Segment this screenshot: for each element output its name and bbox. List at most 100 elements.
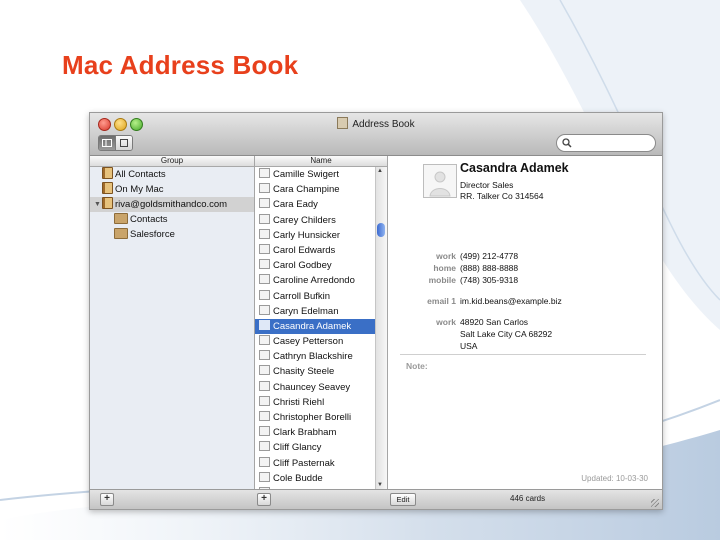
contact-list-item-label: Carol Edwards xyxy=(273,244,336,256)
contact-list-item[interactable]: Casandra Adamek xyxy=(255,318,375,335)
contact-list-item[interactable]: Clark Brabham xyxy=(255,425,375,440)
contact-list-item[interactable]: Carroll Bufkin xyxy=(255,289,375,304)
contact-list-item[interactable]: Carly Hunsicker xyxy=(255,228,375,243)
contact-list-item[interactable]: Chauncey Seavey xyxy=(255,380,375,395)
card-pane: Casandra Adamek Director Sales RR. Talke… xyxy=(388,156,662,489)
card-view-icon xyxy=(102,139,112,147)
contact-card-icon xyxy=(259,380,270,391)
phone-value-work[interactable]: (499) 212-4778 xyxy=(460,251,518,261)
contact-photo[interactable] xyxy=(423,164,457,198)
contact-card-icon xyxy=(259,335,270,346)
name-column-header[interactable]: Name xyxy=(255,156,387,167)
contact-card-icon xyxy=(259,228,270,239)
group-column-header[interactable]: Group xyxy=(90,156,254,167)
group-item-label: Contacts xyxy=(130,214,168,225)
contact-list-item[interactable]: Cathryn Blackshire xyxy=(255,349,375,364)
add-contact-button[interactable]: + xyxy=(257,493,271,506)
folder-icon xyxy=(114,213,128,224)
group-item[interactable]: On My Mac xyxy=(90,182,254,197)
contact-list-item[interactable]: Caroline Arredondo xyxy=(255,273,375,288)
group-item-label: On My Mac xyxy=(115,184,164,195)
email-label: email 1 xyxy=(427,296,456,306)
contact-card-icon xyxy=(259,243,270,254)
address-line-2[interactable]: Salt Lake City CA 68292 xyxy=(460,329,552,339)
contact-card-icon xyxy=(259,365,270,376)
person-silhouette-icon xyxy=(429,171,451,197)
contact-list-item[interactable]: Casey Petterson xyxy=(255,334,375,349)
contact-list-item-label: Carly Hunsicker xyxy=(273,229,341,241)
contact-list-item-label: Cliff Pasternak xyxy=(273,457,335,469)
contact-list-item-label: Carey Childers xyxy=(273,214,336,226)
contact-list-item-label: Caroline Arredondo xyxy=(273,275,355,287)
window-title-text: Address Book xyxy=(352,119,415,130)
contact-list-item[interactable]: Christi Riehl xyxy=(255,395,375,410)
group-item-label: All Contacts xyxy=(115,169,166,180)
address-line-3[interactable]: USA xyxy=(460,341,477,351)
contact-company: RR. Talker Co 314564 xyxy=(460,191,544,201)
scroll-down-arrow-icon[interactable]: ▼ xyxy=(377,482,383,488)
window-title: Address Book xyxy=(90,117,662,130)
view-switcher xyxy=(98,135,133,151)
address-line-1[interactable]: 48920 San Carlos xyxy=(460,317,528,327)
contact-list-item[interactable]: Camille Swigert xyxy=(255,167,375,182)
contact-card-icon xyxy=(259,259,270,270)
group-item[interactable]: Contacts xyxy=(90,212,254,227)
contact-list-item-label: Casandra Adamek xyxy=(273,320,352,332)
add-group-button[interactable]: + xyxy=(100,493,114,506)
address-book-window: Address Book Group All Contacts On My Mac… xyxy=(89,112,663,510)
contact-list-item[interactable]: Christopher Borelli xyxy=(255,410,375,425)
scroll-up-arrow-icon[interactable]: ▲ xyxy=(377,168,383,174)
group-pane: Group All Contacts On My Mac ▼ riva@goldsmi… xyxy=(90,156,255,489)
name-pane: Name Camille Swigert Cara Champine Cara Ea… xyxy=(255,156,388,489)
card-only-view-button[interactable] xyxy=(115,136,132,150)
group-list: All Contacts On My Mac ▼ riva@goldsmithandc… xyxy=(90,167,254,242)
group-item[interactable]: Salesforce xyxy=(90,227,254,242)
contact-list-item[interactable]: Cara Eady xyxy=(255,197,375,212)
list-view-icon xyxy=(120,139,128,147)
phone-value-mobile[interactable]: (748) 305-9318 xyxy=(460,275,518,285)
edit-button[interactable]: Edit xyxy=(390,493,416,506)
card-and-column-view-button[interactable] xyxy=(99,136,115,150)
contact-list-item-label: Cole Budde xyxy=(273,472,323,484)
contact-list-item[interactable]: Cara Champine xyxy=(255,182,375,197)
contact-card-icon xyxy=(259,395,270,406)
phone-label-work: work xyxy=(436,251,456,261)
note-label[interactable]: Note: xyxy=(406,361,428,371)
contact-list-item[interactable]: Carol Godbey xyxy=(255,258,375,273)
phone-label-home: home xyxy=(433,263,456,273)
address-label: work xyxy=(436,317,456,327)
contact-list-item[interactable]: Carey Childers xyxy=(255,213,375,228)
scrollbar-thumb[interactable] xyxy=(377,223,385,237)
group-item[interactable]: All Contacts xyxy=(90,167,254,182)
contact-list-item-label: Chauncey Seavey xyxy=(273,381,351,393)
contact-card-icon xyxy=(259,274,270,285)
contact-list-item-label: Camille Swigert xyxy=(273,169,339,180)
contact-list-item[interactable]: Chasity Steele xyxy=(255,364,375,379)
contact-card-icon xyxy=(259,198,270,209)
contact-list-item-label: Carol Godbey xyxy=(273,260,332,272)
contact-list-item-label: Casey Petterson xyxy=(273,336,344,348)
contact-list-item[interactable]: Cole Budde xyxy=(255,471,375,486)
contact-list-item[interactable]: Caryn Edelman xyxy=(255,304,375,319)
contact-card-icon xyxy=(259,456,270,467)
contact-list-item[interactable]: Cliff Pasternak xyxy=(255,456,375,471)
contact-list-item-label: Christi Riehl xyxy=(273,396,325,408)
contact-list-item-label: Caryn Edelman xyxy=(273,305,339,317)
group-item[interactable]: ▼ riva@goldsmithandco.com xyxy=(90,197,254,212)
contact-list-item[interactable]: Carol Edwards xyxy=(255,243,375,258)
email-value[interactable]: im.kid.beans@example.biz xyxy=(460,296,562,306)
contact-name: Casandra Adamek xyxy=(460,161,569,175)
phone-value-home[interactable]: (888) 888-8888 xyxy=(460,263,518,273)
resize-grip-icon[interactable] xyxy=(651,499,659,507)
contact-list-item-label: Chasity Steele xyxy=(273,366,335,378)
contact-card-icon xyxy=(259,441,270,452)
note-divider xyxy=(400,354,646,355)
disclosure-triangle-icon[interactable]: ▼ xyxy=(94,197,101,212)
name-list-scrollbar[interactable]: ▲ ▼ xyxy=(375,167,387,489)
updated-timestamp: Updated: 10-03-30 xyxy=(581,474,648,483)
contact-card-icon xyxy=(259,289,270,300)
address-book-icon xyxy=(337,117,349,129)
contact-list-item[interactable]: Cliff Glancy xyxy=(255,440,375,455)
contact-card-icon xyxy=(259,183,270,194)
search-field[interactable] xyxy=(556,134,656,152)
